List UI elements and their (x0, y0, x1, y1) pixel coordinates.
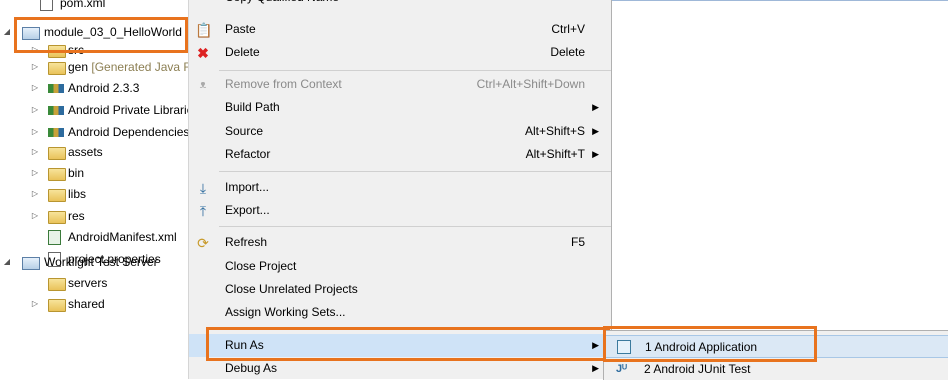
expand-icon[interactable]: ▷ (30, 205, 40, 227)
folder-icon (48, 278, 66, 291)
tree-item-libs[interactable]: ▷ libs (0, 183, 188, 205)
menu-item-import[interactable]: ⤓ Import... (189, 176, 611, 199)
expand-icon[interactable]: ▷ (30, 141, 40, 163)
tree-item-assets[interactable]: ▷ assets (0, 141, 188, 163)
menu-separator (219, 171, 611, 172)
remove-context-icon: ᴥ (199, 79, 207, 91)
context-menu: Copy Qualified Name 📋 Paste Ctrl+V ✖ Del… (188, 0, 612, 379)
menu-separator (219, 226, 611, 227)
menu-item-delete[interactable]: ✖ Delete Delete (189, 41, 611, 64)
expand-icon[interactable]: ▷ (30, 99, 40, 121)
menu-item-remove-from-context[interactable]: ᴥ Remove from Context Ctrl+Alt+Shift+Dow… (189, 73, 611, 96)
refresh-icon: ⟳ (197, 235, 209, 251)
gen-label: gen (68, 60, 89, 74)
collapse-icon[interactable]: ◢ (2, 251, 12, 273)
delete-icon: ✖ (197, 45, 209, 61)
xml-file-icon (40, 0, 53, 11)
tree-item-android-manifest[interactable]: AndroidManifest.xml (0, 226, 188, 248)
android-manifest-icon (48, 230, 61, 245)
folder-icon (48, 189, 66, 202)
library-icon (48, 84, 64, 93)
menu-item-source[interactable]: Source Alt+Shift+S ▶ (189, 120, 611, 143)
project-explorer: pom.xml ◢ module_03_0_HelloWorld ▷ src ▷… (0, 0, 188, 379)
tree-item-pom[interactable]: pom.xml (0, 0, 188, 14)
editor-border (611, 0, 948, 1)
package-folder-icon (48, 62, 66, 75)
library-icon (48, 106, 64, 115)
highlight-project-box (14, 17, 188, 53)
menu-item-close-unrelated-projects[interactable]: Close Unrelated Projects (189, 278, 611, 301)
expand-icon[interactable]: ▷ (30, 56, 40, 78)
highlight-android-application-box (603, 326, 817, 362)
submenu-arrow-icon: ▶ (592, 149, 599, 159)
menu-item-paste[interactable]: 📋 Paste Ctrl+V (189, 18, 611, 41)
expand-icon[interactable]: ▷ (30, 293, 40, 315)
menu-item-close-project[interactable]: Close Project (189, 255, 611, 278)
tree-item-servers[interactable]: servers (0, 272, 188, 294)
folder-icon (48, 168, 66, 181)
tree-item-shared[interactable]: ▷ shared (0, 293, 188, 315)
import-icon: ⤓ (199, 180, 207, 196)
expand-icon[interactable]: ▷ (30, 121, 40, 143)
menu-item-copy-qualified-name[interactable]: Copy Qualified Name (189, 0, 611, 9)
expand-icon[interactable]: ▷ (30, 183, 40, 205)
menu-item-build-path[interactable]: Build Path ▶ (189, 96, 611, 119)
tree-item-gen[interactable]: ▷ gen [Generated Java Files] (0, 56, 188, 78)
paste-icon: 📋 (195, 22, 213, 38)
menu-item-refactor[interactable]: Refactor Alt+Shift+T ▶ (189, 143, 611, 166)
gen-annotation: [Generated Java Files] (91, 60, 188, 74)
folder-icon (48, 299, 66, 312)
library-icon (48, 128, 64, 137)
folder-icon (48, 211, 66, 224)
server-project-icon (22, 257, 40, 270)
submenu-arrow-icon: ▶ (592, 126, 599, 136)
tree-item-res[interactable]: ▷ res (0, 205, 188, 227)
menu-item-refresh[interactable]: ⟳ Refresh F5 (189, 231, 611, 254)
tree-item-worklight-test-server[interactable]: ◢ Worklight Test Server (0, 251, 188, 273)
export-icon: ⤒ (199, 203, 207, 219)
highlight-run-as-box (206, 327, 610, 361)
tree-item-android-private-libraries[interactable]: ▷ Android Private Libraries (0, 99, 188, 121)
menu-item-assign-working-sets[interactable]: Assign Working Sets... (189, 301, 611, 324)
tree-item-android-233[interactable]: ▷ Android 2.3.3 (0, 77, 188, 99)
submenu-arrow-icon: ▶ (592, 102, 599, 112)
tree-item-android-dependencies[interactable]: ▷ Android Dependencies (0, 121, 188, 143)
expand-icon[interactable]: ▷ (30, 77, 40, 99)
junit-icon: Jᵁ (616, 363, 627, 375)
tree-item-bin[interactable]: ▷ bin (0, 162, 188, 184)
folder-icon (48, 147, 66, 160)
menu-separator (219, 70, 611, 71)
expand-icon[interactable]: ▷ (30, 162, 40, 184)
menu-item-export[interactable]: ⤒ Export... (189, 199, 611, 222)
